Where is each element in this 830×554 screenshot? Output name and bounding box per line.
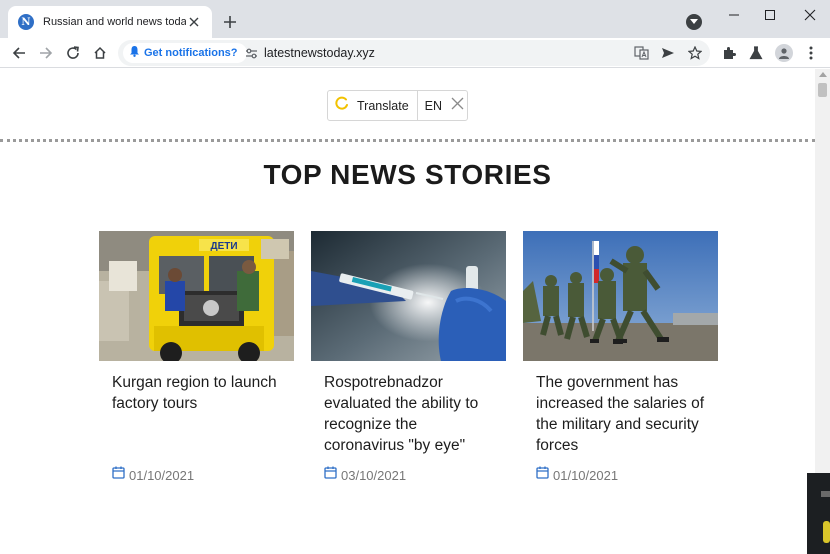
corner-popup-thumbnail[interactable] [807,473,830,554]
news-date: 03/10/2021 [324,466,406,484]
translate-widget[interactable]: Translate EN [327,90,468,121]
scrollbar-thumb[interactable] [818,83,827,97]
bell-icon [129,44,140,62]
send-to-device-icon[interactable] [660,45,676,61]
close-window-icon[interactable] [798,6,822,24]
get-notifications-chip[interactable]: Get notifications? [123,43,247,63]
news-card[interactable]: ДЕТИ Kurgan region to launch factory tou… [99,231,294,483]
profile-avatar-icon[interactable] [775,44,793,62]
news-title[interactable]: The government has increased the salarie… [523,372,718,456]
translate-button[interactable]: Translate [328,91,418,120]
calendar-icon [536,466,549,484]
extensions-puzzle-icon[interactable] [720,44,738,62]
notification-chip-label: Get notifications? [144,47,238,59]
new-tab-button[interactable] [220,12,240,32]
loading-spinner-icon [335,96,349,115]
browser-tab[interactable]: N Russian and world news today [8,6,212,38]
news-image-military-parade[interactable] [523,231,718,361]
tab-title: Russian and world news today [43,16,186,28]
translate-page-icon[interactable] [633,45,649,61]
site-info-icon[interactable] [244,46,258,60]
home-icon[interactable] [90,43,110,63]
maximize-icon[interactable] [758,6,782,24]
close-icon[interactable] [451,97,464,115]
address-bar[interactable]: Get notifications? latestnewstoday.xyz [118,40,710,66]
back-arrow-icon[interactable] [9,43,29,63]
news-card[interactable]: The government has increased the salarie… [523,231,718,483]
url-text[interactable]: latestnewstoday.xyz [264,46,375,60]
tab-close-icon[interactable] [186,14,202,30]
reload-icon[interactable] [63,43,83,63]
calendar-icon [112,466,125,484]
bus-sign-text: ДЕТИ [210,241,237,252]
language-selector[interactable]: EN [418,91,470,120]
scroll-up-arrow-icon[interactable] [819,72,827,77]
dotted-divider [0,139,815,142]
news-date-text: 01/10/2021 [553,467,619,483]
news-date: 01/10/2021 [112,466,194,484]
news-title[interactable]: Kurgan region to launch factory tours [99,372,294,414]
menu-kebab-icon[interactable] [802,44,820,62]
news-date: 01/10/2021 [536,466,618,484]
news-date-text: 01/10/2021 [129,467,195,483]
bookmark-star-icon[interactable] [687,45,703,61]
section-title: TOP NEWS STORIES [263,159,552,190]
page-viewport: Translate EN TOP NEWS STORIES ДЕТИ Kurga… [0,69,815,554]
news-card[interactable]: Rospotrebnadzor evaluated the ability to… [311,231,506,483]
title-bar: N Russian and world news today [0,0,830,38]
news-date-text: 03/10/2021 [341,467,407,483]
news-image-bus-factory[interactable]: ДЕТИ [99,231,294,361]
minimize-icon[interactable] [722,6,746,24]
news-image-vaccine[interactable] [311,231,506,361]
browser-toolbar: Get notifications? latestnewstoday.xyz [0,38,830,68]
site-favicon-icon: N [18,14,34,30]
news-title[interactable]: Rospotrebnadzor evaluated the ability to… [311,372,506,456]
translate-label: Translate [357,98,409,113]
tab-search-icon[interactable] [686,14,702,30]
labs-flask-icon[interactable] [747,44,765,62]
calendar-icon [324,466,337,484]
forward-arrow-icon[interactable] [36,43,56,63]
language-code: EN [424,98,443,113]
